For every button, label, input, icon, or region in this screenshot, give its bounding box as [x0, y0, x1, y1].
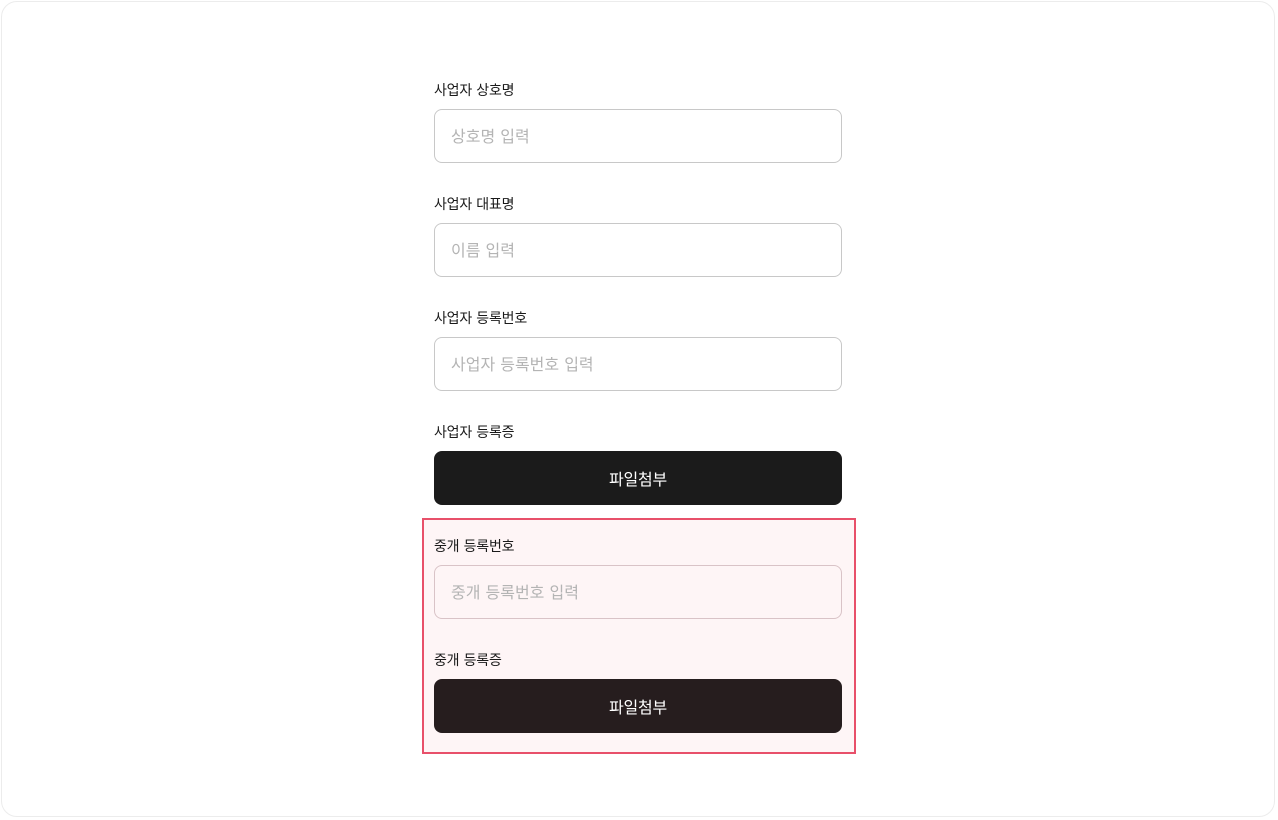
broker-number-field: 중개 등록번호: [434, 538, 842, 619]
business-certificate-label: 사업자 등록증: [434, 425, 515, 441]
business-registration-form: 사업자 상호명 사업자 대표명 사업자 등록번호 사업자 등록증 파일첨부: [434, 82, 842, 505]
business-number-input[interactable]: [434, 337, 842, 391]
business-certificate-attach-button[interactable]: 파일첨부: [434, 451, 842, 505]
broker-certificate-attach-button[interactable]: 파일첨부: [434, 679, 842, 733]
business-name-field: 사업자 상호명: [434, 82, 842, 163]
business-number-label: 사업자 등록번호: [434, 311, 528, 327]
representative-name-input[interactable]: [434, 223, 842, 277]
representative-name-label: 사업자 대표명: [434, 197, 515, 213]
broker-certificate-label: 중개 등록증: [434, 653, 502, 669]
business-name-label: 사업자 상호명: [434, 83, 515, 99]
broker-registration-section: 중개 등록번호 중개 등록증 파일첨부: [434, 538, 842, 733]
broker-number-label: 중개 등록번호: [434, 539, 515, 555]
broker-certificate-field: 중개 등록증 파일첨부: [434, 652, 842, 733]
business-certificate-field: 사업자 등록증 파일첨부: [434, 424, 842, 505]
business-name-input[interactable]: [434, 109, 842, 163]
representative-name-field: 사업자 대표명: [434, 196, 842, 277]
broker-number-input[interactable]: [434, 565, 842, 619]
business-number-field: 사업자 등록번호: [434, 310, 842, 391]
